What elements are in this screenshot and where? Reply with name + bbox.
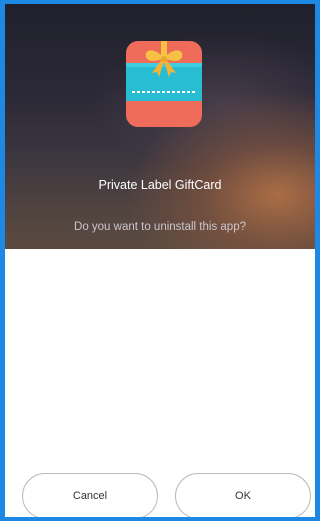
app-name: Private Label GiftCard [98,178,222,192]
uninstall-question: Do you want to uninstall this app? [74,221,246,233]
dialog-header: Private Label GiftCard Do you want to un… [5,4,315,249]
ok-button[interactable]: OK [175,473,311,517]
uninstall-dialog: Private Label GiftCard Do you want to un… [0,0,320,521]
gift-card-icon [120,41,208,127]
cancel-button[interactable]: Cancel [22,473,158,517]
